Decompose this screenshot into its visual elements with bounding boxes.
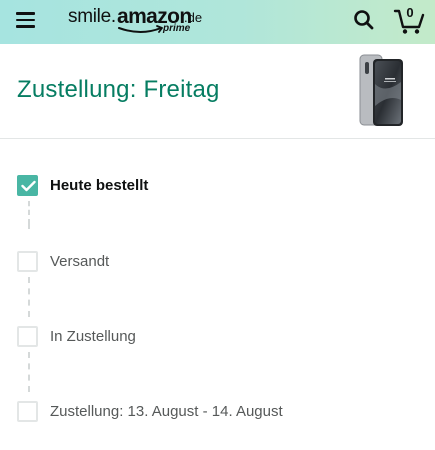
search-icon[interactable]: [353, 9, 375, 31]
smartphone-product-image[interactable]: [359, 54, 405, 128]
progress-connector: [28, 201, 30, 215]
step-label-shipped: Versandt: [50, 253, 110, 270]
smile-amazon-logo[interactable]: smile. amazon .de prime: [68, 5, 208, 40]
empty-checkbox-icon: [17, 251, 38, 272]
step-label-ordered: Heute bestellt: [50, 177, 149, 194]
logo-prime-text: prime: [163, 23, 191, 34]
logo-smile-text: smile.: [68, 6, 116, 27]
empty-checkbox-icon: [17, 326, 38, 347]
delivery-summary: Zustellung: Freitag: [0, 44, 435, 139]
hamburger-menu-icon[interactable]: [16, 10, 38, 30]
progress-connector: [28, 352, 30, 392]
progress-connector: [28, 277, 30, 317]
progress-step: Versandt: [17, 251, 417, 275]
cart-count-badge: 0: [406, 5, 414, 20]
progress-step: Zustellung: 13. August - 14. August: [17, 401, 417, 425]
delivery-title: Zustellung: Freitag: [17, 76, 220, 103]
step-label-out-for-delivery: In Zustellung: [50, 328, 136, 345]
progress-connector: [28, 219, 30, 229]
shipment-progress-tracker: Heute bestellt Versandt In Zustellung Zu…: [0, 139, 435, 450]
empty-checkbox-icon: [17, 401, 38, 422]
amazon-smile-arrow-icon: [118, 25, 163, 33]
top-navigation-bar: smile. amazon .de prime 0: [0, 0, 435, 44]
step-label-delivery-window: Zustellung: 13. August - 14. August: [50, 403, 283, 420]
progress-step: Heute bestellt: [17, 175, 417, 199]
progress-step: In Zustellung: [17, 326, 417, 350]
checked-checkbox-icon: [17, 175, 38, 196]
checkmark-icon: [21, 180, 36, 192]
